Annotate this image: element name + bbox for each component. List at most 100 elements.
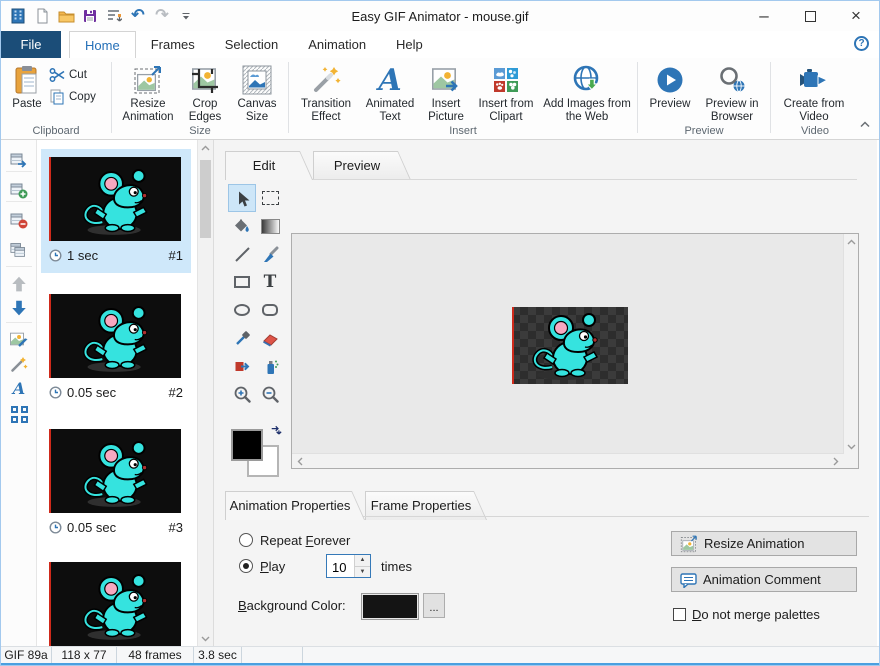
play-label[interactable]: Play [260, 559, 285, 574]
gradient-tool[interactable] [257, 213, 283, 239]
spray-tool[interactable] [257, 353, 283, 379]
frame-item-2[interactable]: 0.05 sec #2 [41, 286, 191, 410]
canvas-vertical-scrollbar[interactable] [843, 234, 858, 454]
scroll-down-icon[interactable] [198, 631, 213, 647]
duplicate-frame-icon[interactable] [7, 238, 31, 262]
undo-icon[interactable]: ↶ [127, 5, 149, 27]
animation-comment-button[interactable]: Animation Comment [671, 567, 857, 592]
scroll-down-icon[interactable] [844, 439, 858, 454]
create-from-video-button[interactable]: Create from Video [775, 61, 853, 125]
tab-animation[interactable]: Animation [293, 31, 381, 58]
scroll-left-icon[interactable] [294, 454, 306, 468]
manage-frames-grid-icon[interactable] [7, 402, 31, 426]
crop-edges-icon [190, 62, 220, 98]
save-icon[interactable] [79, 5, 101, 27]
collapse-ribbon-icon[interactable] [859, 115, 871, 133]
tab-animation-properties[interactable]: Animation Properties [225, 491, 365, 520]
minimize-icon[interactable]: – [741, 1, 787, 31]
frame-item-1[interactable]: 1 sec #1 [41, 149, 191, 273]
play-times-spinner[interactable]: ▲ ▼ [326, 554, 371, 578]
crop-edges-button[interactable]: Crop Edges [180, 61, 230, 125]
frame-item-4[interactable]: 0.05 sec #4 [41, 554, 191, 647]
fill-tool[interactable] [229, 213, 255, 239]
scroll-thumb[interactable] [200, 160, 211, 238]
line-tool[interactable] [229, 241, 255, 267]
scroll-up-icon[interactable] [198, 140, 213, 156]
tab-frames[interactable]: Frames [136, 31, 210, 58]
tab-help[interactable]: Help [381, 31, 438, 58]
frame-item-3[interactable]: 0.05 sec #3 [41, 421, 191, 545]
ribbon-group-video: Create from Video Video [773, 58, 857, 139]
redo-icon[interactable]: ↷ [151, 5, 173, 27]
repeat-forever-radio[interactable] [239, 533, 253, 547]
insert-from-clipart-button[interactable]: Insert from Clipart [471, 61, 541, 125]
effects-wand-icon[interactable] [7, 352, 31, 376]
move-frame-down-icon[interactable] [7, 296, 31, 320]
eyedropper-tool[interactable] [229, 325, 255, 351]
marquee-tool[interactable] [257, 185, 283, 211]
resize-animation-panel-button[interactable]: Resize Animation [671, 531, 857, 556]
tab-frame-properties[interactable]: Frame Properties [365, 491, 487, 520]
duration-clock-icon [49, 249, 62, 262]
play-radio[interactable] [239, 559, 253, 573]
brush-tool[interactable] [257, 241, 283, 267]
tab-edit-preview[interactable]: Preview [313, 151, 411, 180]
new-file-icon[interactable] [31, 5, 53, 27]
maximize-icon[interactable] [787, 1, 833, 31]
add-frame-icon[interactable] [7, 178, 31, 202]
zoom-out-tool[interactable] [257, 381, 283, 407]
resize-animation-icon [133, 62, 163, 98]
tab-edit[interactable]: Edit [225, 151, 313, 180]
do-not-merge-palettes-checkbox[interactable] [673, 608, 686, 621]
delete-frame-icon[interactable] [7, 208, 31, 232]
help-icon[interactable]: ? [854, 36, 869, 51]
replace-color-tool[interactable] [229, 353, 255, 379]
rounded-rectangle-tool[interactable] [257, 297, 283, 323]
text-tool[interactable]: T [257, 269, 283, 295]
eraser-tool[interactable] [257, 325, 283, 351]
optimize-icon[interactable] [103, 5, 125, 27]
animation-background-color-swatch[interactable] [361, 593, 419, 620]
scroll-right-icon[interactable] [830, 454, 842, 468]
tab-selection[interactable]: Selection [210, 31, 293, 58]
canvas-size-button[interactable]: Canvas Size [230, 61, 284, 125]
edit-canvas[interactable] [291, 233, 859, 469]
background-color-browse-button[interactable]: ... [423, 593, 445, 618]
open-file-icon[interactable] [55, 5, 77, 27]
ellipse-tool[interactable] [229, 297, 255, 323]
zoom-in-tool[interactable] [229, 381, 255, 407]
cut-button[interactable]: Cut [49, 67, 96, 83]
preview-in-browser-button[interactable]: Preview in Browser [698, 61, 766, 125]
gif-image[interactable] [512, 307, 628, 384]
insert-picture-button[interactable]: Insert Picture [421, 61, 471, 125]
copy-button[interactable]: Copy [49, 89, 96, 105]
close-icon[interactable]: × [833, 1, 879, 31]
transition-effect-button[interactable]: Transition Effect [293, 61, 359, 125]
tab-home[interactable]: Home [69, 31, 136, 58]
do-not-merge-palettes-label[interactable]: Do not merge palettes [692, 607, 820, 622]
edit-frame-icon[interactable] [7, 328, 31, 352]
spinner-down-icon[interactable]: ▼ [355, 567, 370, 578]
extract-frame-icon[interactable] [7, 148, 31, 172]
tab-file[interactable]: File [1, 31, 61, 58]
frame-thumbnail-4 [49, 562, 181, 646]
rectangle-tool[interactable] [229, 269, 255, 295]
resize-animation-button[interactable]: Resize Animation [116, 61, 180, 125]
ribbon-group-label-preview: Preview [640, 125, 768, 137]
add-images-from-web-button[interactable]: Add Images from the Web [541, 61, 633, 125]
frames-scrollbar[interactable] [197, 140, 213, 647]
text-tool-sidebar-icon[interactable]: A [7, 376, 31, 400]
quick-access-more-icon[interactable] [175, 5, 197, 27]
scroll-up-icon[interactable] [844, 234, 858, 249]
preview-button[interactable]: Preview [642, 61, 698, 112]
move-frame-up-icon[interactable] [7, 272, 31, 296]
select-tool[interactable] [229, 185, 255, 211]
animated-text-button[interactable]: A Animated Text [359, 61, 421, 125]
repeat-forever-label[interactable]: Repeat Forever [260, 533, 350, 548]
canvas-horizontal-scrollbar[interactable] [292, 453, 844, 468]
ribbon: Paste Cut Copy Clipboard Resize An [1, 58, 879, 140]
paste-button[interactable]: Paste [5, 61, 49, 112]
swap-colors-icon[interactable] [269, 425, 283, 444]
spinner-up-icon[interactable]: ▲ [355, 555, 370, 567]
foreground-color-swatch[interactable] [231, 429, 263, 461]
